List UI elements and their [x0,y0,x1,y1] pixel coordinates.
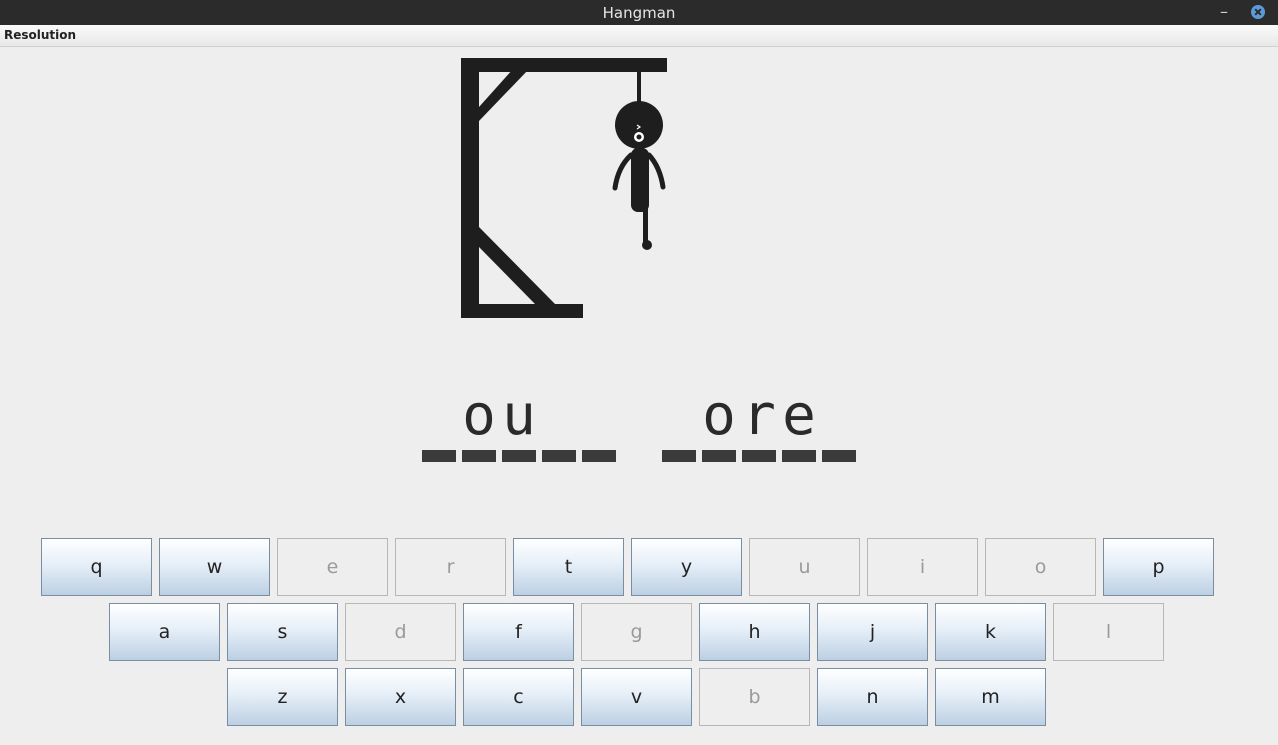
letter-underline [502,450,536,462]
key-x[interactable]: x [345,668,456,726]
key-a[interactable]: a [109,603,220,661]
gallows-beam [461,58,667,72]
key-w[interactable]: w [159,538,270,596]
hangman-drawing [461,58,667,318]
letter-slot [542,380,576,464]
letter-underline [742,450,776,462]
letter-underline [822,450,856,462]
letter-underline [542,450,576,462]
title-bar: Hangman – [0,0,1278,25]
hangman-leg [643,203,648,245]
key-u: u [749,538,860,596]
key-l: l [1053,603,1164,661]
key-e: e [277,538,388,596]
letter-slot [582,380,616,464]
key-c[interactable]: c [463,668,574,726]
letter-underline [702,450,736,462]
menu-bar: Resolution [0,25,1278,47]
letter-slot: o [702,380,736,464]
key-f[interactable]: f [463,603,574,661]
key-m[interactable]: m [935,668,1046,726]
letter-slot [662,380,696,464]
letter-underline [582,450,616,462]
revealed-letter: u [502,383,536,448]
gallows-bottom-brace [479,227,555,304]
key-b: b [699,668,810,726]
hangman-foot [642,240,652,250]
revealed-letter: o [462,383,496,448]
hangman-right-arm [646,152,666,190]
key-v[interactable]: v [581,668,692,726]
key-j[interactable]: j [817,603,928,661]
letter-slot: e [782,380,816,464]
key-d: d [345,603,456,661]
minimize-button[interactable]: – [1216,2,1232,22]
key-h[interactable]: h [699,603,810,661]
key-n[interactable]: n [817,668,928,726]
key-g: g [581,603,692,661]
letter-slot: r [742,380,776,464]
key-q[interactable]: q [41,538,152,596]
key-r: r [395,538,506,596]
revealed-letter: r [742,383,776,448]
key-o: o [985,538,1096,596]
key-k[interactable]: k [935,603,1046,661]
letter-slot: o [462,380,496,464]
window-title: Hangman [602,3,676,22]
letter-slot [422,380,456,464]
letter-slot [822,380,856,464]
key-z[interactable]: z [227,668,338,726]
rope [637,71,641,105]
hangman-left-arm [612,152,634,191]
letter-underline [462,450,496,462]
key-i: i [867,538,978,596]
menu-resolution[interactable]: Resolution [4,28,76,42]
letter-underline [422,450,456,462]
key-s[interactable]: s [227,603,338,661]
hangman-torso [631,148,649,212]
gallows-post [461,58,479,318]
letter-slot: u [502,380,536,464]
key-t[interactable]: t [513,538,624,596]
revealed-letter: o [702,383,736,448]
key-p[interactable]: p [1103,538,1214,596]
close-button[interactable] [1251,5,1265,19]
letter-underline [782,450,816,462]
gallows-top-brace [479,69,529,121]
key-y[interactable]: y [631,538,742,596]
revealed-letter: e [782,383,816,448]
gallows-base [461,304,583,318]
letter-underline [662,450,696,462]
